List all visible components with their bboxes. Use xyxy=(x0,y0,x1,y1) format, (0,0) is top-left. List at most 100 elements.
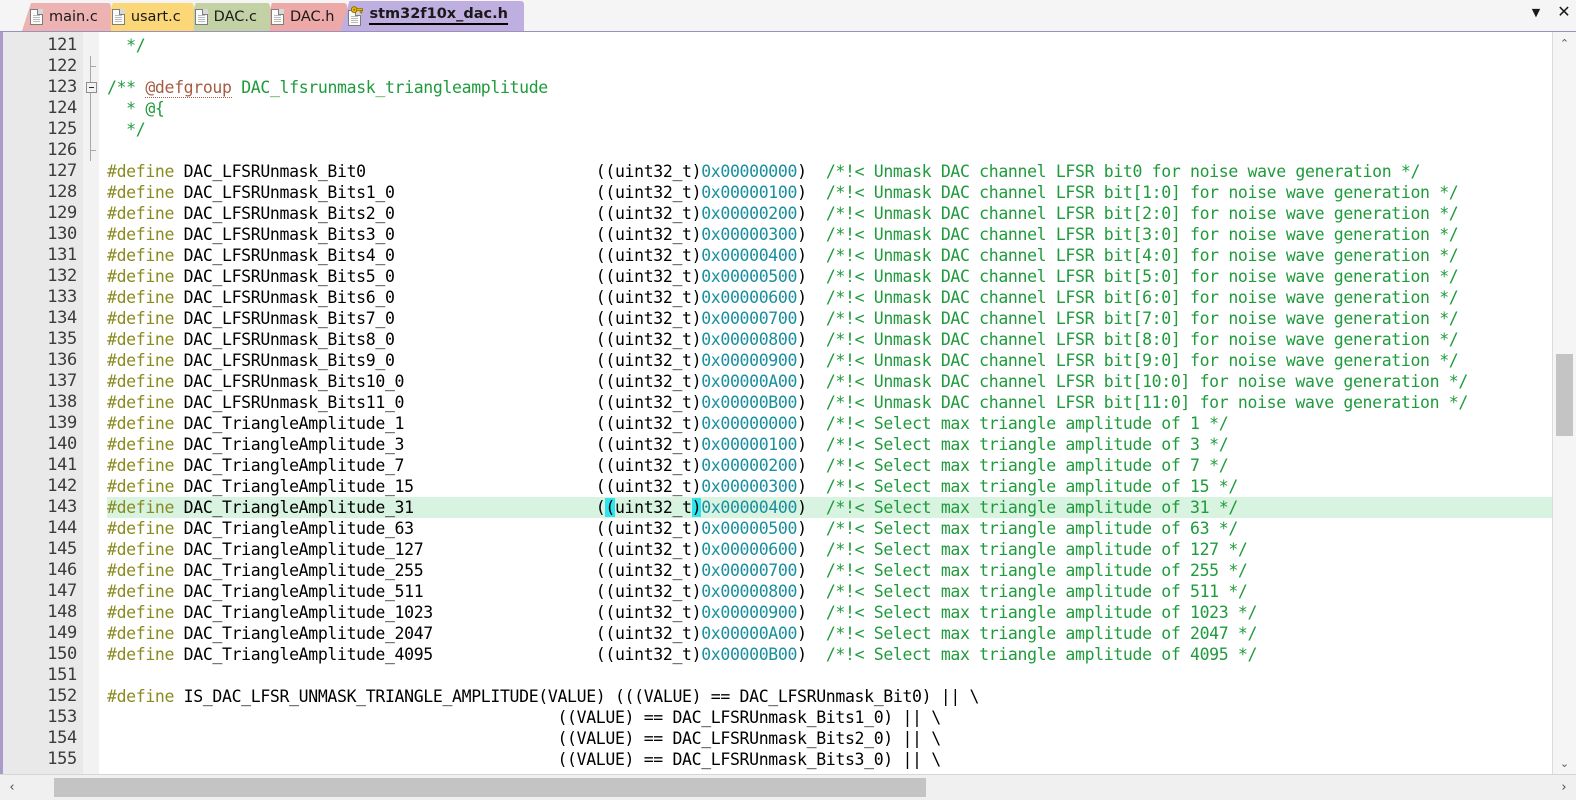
code-token: #define xyxy=(107,582,175,601)
code-line-highlighted[interactable]: #define DAC_TriangleAmplitude_31 ((uint3… xyxy=(107,497,1552,518)
line-number: 147 xyxy=(47,581,77,601)
code-line[interactable]: #define DAC_TriangleAmplitude_511 ((uint… xyxy=(107,581,1552,602)
text-editor[interactable]: 121 122 123 124 125 126 127 128 129 130 131 132 133 1… xyxy=(3,32,1552,774)
code-line[interactable]: #define DAC_TriangleAmplitude_1 ((uint32… xyxy=(107,413,1552,434)
code-token: IS_DAC_LFSR_UNMASK_TRIANGLE_AMPLITUDE(VA… xyxy=(174,687,980,706)
close-icon[interactable]: ✕ xyxy=(1556,4,1572,20)
editor-tab-bar: main.c usart.c DAC.c DAC.h stm32f10x_dac.h ▼… xyxy=(0,0,1576,32)
code-token: ) xyxy=(797,204,826,223)
code-line[interactable] xyxy=(107,56,1552,77)
code-token: DAC_lfsrunmask_triangleamplitude xyxy=(231,78,548,97)
fold-margin-cell xyxy=(83,224,99,245)
code-line[interactable]: #define DAC_TriangleAmplitude_2047 ((uin… xyxy=(107,623,1552,644)
code-line[interactable]: #define DAC_LFSRUnmask_Bits2_0 ((uint32_… xyxy=(107,203,1552,224)
code-line[interactable]: #define DAC_LFSRUnmask_Bits6_0 ((uint32_… xyxy=(107,287,1552,308)
code-token: /*!< Select max triangle amplitude of 63… xyxy=(825,519,1238,538)
code-token: */ xyxy=(107,120,146,139)
code-line[interactable]: * @{ xyxy=(107,98,1552,119)
fold-margin-cell xyxy=(83,749,99,770)
code-token: 0x00000400 xyxy=(701,498,798,517)
editor-tab-dac-h[interactable]: DAC.h xyxy=(262,3,348,31)
fold-margin-cell xyxy=(83,707,99,728)
code-line[interactable]: #define DAC_LFSRUnmask_Bits4_0 ((uint32_… xyxy=(107,245,1552,266)
code-token: /*!< Unmask DAC channel LFSR bit[6:0] fo… xyxy=(825,288,1459,307)
code-token: #define xyxy=(107,351,175,370)
line-number: 148 xyxy=(47,602,77,622)
code-line[interactable]: #define DAC_LFSRUnmask_Bits5_0 ((uint32_… xyxy=(107,266,1552,287)
code-line[interactable]: #define DAC_TriangleAmplitude_3 ((uint32… xyxy=(107,434,1552,455)
code-line[interactable]: #define DAC_LFSRUnmask_Bits9_0 ((uint32_… xyxy=(107,350,1552,371)
vertical-scrollbar[interactable]: ⌃ ⌄ xyxy=(1552,32,1576,774)
code-line[interactable]: #define DAC_LFSRUnmask_Bit0 ((uint32_t)0… xyxy=(107,161,1552,182)
vertical-scrollbar-thumb[interactable] xyxy=(1556,354,1573,436)
scroll-up-button[interactable]: ⌃ xyxy=(1553,32,1576,54)
code-token: ((VALUE) == DAC_LFSRUnmask_Bits2_0) || \ xyxy=(107,729,941,748)
code-line[interactable]: ((VALUE) == DAC_LFSRUnmask_Bits3_0) || \ xyxy=(107,749,1552,770)
code-token: ) xyxy=(797,414,826,433)
line-number: 130 xyxy=(47,224,77,244)
code-token: #define xyxy=(107,372,175,391)
code-line[interactable]: ((VALUE) == DAC_LFSRUnmask_Bits2_0) || \ xyxy=(107,728,1552,749)
code-line[interactable]: ((VALUE) == DAC_LFSRUnmask_Bits1_0) || \ xyxy=(107,707,1552,728)
code-line[interactable]: #define IS_DAC_LFSR_UNMASK_TRIANGLE_AMPL… xyxy=(107,686,1552,707)
code-token: DAC_TriangleAmplitude_4095 ((uint32_t) xyxy=(174,645,702,664)
code-line[interactable]: #define DAC_TriangleAmplitude_63 ((uint3… xyxy=(107,518,1552,539)
code-token: ) xyxy=(797,540,826,559)
code-token: #define xyxy=(107,183,175,202)
fold-margin-cell xyxy=(83,455,99,476)
code-line[interactable]: #define DAC_TriangleAmplitude_4095 ((uin… xyxy=(107,644,1552,665)
line-number: 139 xyxy=(47,413,77,433)
code-folding-margin[interactable] xyxy=(83,32,99,774)
chevron-down-icon[interactable]: ▼ xyxy=(1528,4,1544,20)
editor-tab-stm32f10x-dac-h[interactable]: stm32f10x_dac.h xyxy=(340,1,524,31)
line-number: 121 xyxy=(47,35,77,55)
line-number: 151 xyxy=(47,665,77,685)
key-glyph xyxy=(351,5,364,13)
code-line[interactable]: #define DAC_LFSRUnmask_Bits11_0 ((uint32… xyxy=(107,392,1552,413)
code-text-area[interactable]: */ /** @defgroup DAC_lfsrunmask_trianglea… xyxy=(99,32,1552,774)
editor-tab-usart-c[interactable]: usart.c xyxy=(103,3,194,31)
code-line[interactable]: #define DAC_TriangleAmplitude_127 ((uint… xyxy=(107,539,1552,560)
code-token: 0x00000B00 xyxy=(701,393,798,412)
line-number: 145 xyxy=(47,539,77,559)
line-number: 138 xyxy=(47,392,77,412)
code-line[interactable]: #define DAC_LFSRUnmask_Bits10_0 ((uint32… xyxy=(107,371,1552,392)
editor-tab-main-c[interactable]: main.c xyxy=(22,3,111,31)
code-token: #define xyxy=(107,330,175,349)
code-line[interactable]: #define DAC_LFSRUnmask_Bits8_0 ((uint32_… xyxy=(107,329,1552,350)
horizontal-scrollbar[interactable]: ‹ › xyxy=(0,774,1576,800)
code-line[interactable]: #define DAC_TriangleAmplitude_255 ((uint… xyxy=(107,560,1552,581)
code-token: #define xyxy=(107,498,175,517)
code-line[interactable] xyxy=(107,140,1552,161)
line-number: 140 xyxy=(47,434,77,454)
code-line[interactable]: #define DAC_LFSRUnmask_Bits7_0 ((uint32_… xyxy=(107,308,1552,329)
editor-tab-dac-c[interactable]: DAC.c xyxy=(186,3,270,31)
code-line[interactable]: #define DAC_LFSRUnmask_Bits3_0 ((uint32_… xyxy=(107,224,1552,245)
code-token: DAC_TriangleAmplitude_31 ( xyxy=(174,498,606,517)
line-number: 146 xyxy=(47,560,77,580)
code-line[interactable] xyxy=(107,665,1552,686)
horizontal-scrollbar-track[interactable] xyxy=(24,775,1552,800)
code-token: /*!< Unmask DAC channel LFSR bit[11:0] f… xyxy=(825,393,1468,412)
code-token: ) xyxy=(797,519,826,538)
scroll-down-button[interactable]: ⌄ xyxy=(1553,752,1576,774)
code-token: /*!< Unmask DAC channel LFSR bit[7:0] fo… xyxy=(825,309,1459,328)
line-number: 129 xyxy=(47,203,77,223)
code-token: ) xyxy=(797,246,826,265)
code-line[interactable]: #define DAC_TriangleAmplitude_7 ((uint32… xyxy=(107,455,1552,476)
fold-marker xyxy=(83,98,99,119)
fold-collapse-toggle[interactable] xyxy=(83,77,99,98)
scroll-left-button[interactable]: ‹ xyxy=(0,775,24,800)
code-token: ) xyxy=(797,267,826,286)
code-token: #define xyxy=(107,246,175,265)
code-line[interactable]: #define DAC_TriangleAmplitude_1023 ((uin… xyxy=(107,602,1552,623)
code-line[interactable]: #define DAC_TriangleAmplitude_15 ((uint3… xyxy=(107,476,1552,497)
code-line[interactable]: */ xyxy=(107,35,1552,56)
code-line[interactable]: */ xyxy=(107,119,1552,140)
code-token: ) xyxy=(797,624,826,643)
horizontal-scrollbar-thumb[interactable] xyxy=(54,778,926,797)
code-token: 0x00000700 xyxy=(701,309,798,328)
code-line[interactable]: /** @defgroup DAC_lfsrunmask_triangleamp… xyxy=(107,77,1552,98)
code-line[interactable]: #define DAC_LFSRUnmask_Bits1_0 ((uint32_… xyxy=(107,182,1552,203)
scroll-right-button[interactable]: › xyxy=(1552,775,1576,800)
